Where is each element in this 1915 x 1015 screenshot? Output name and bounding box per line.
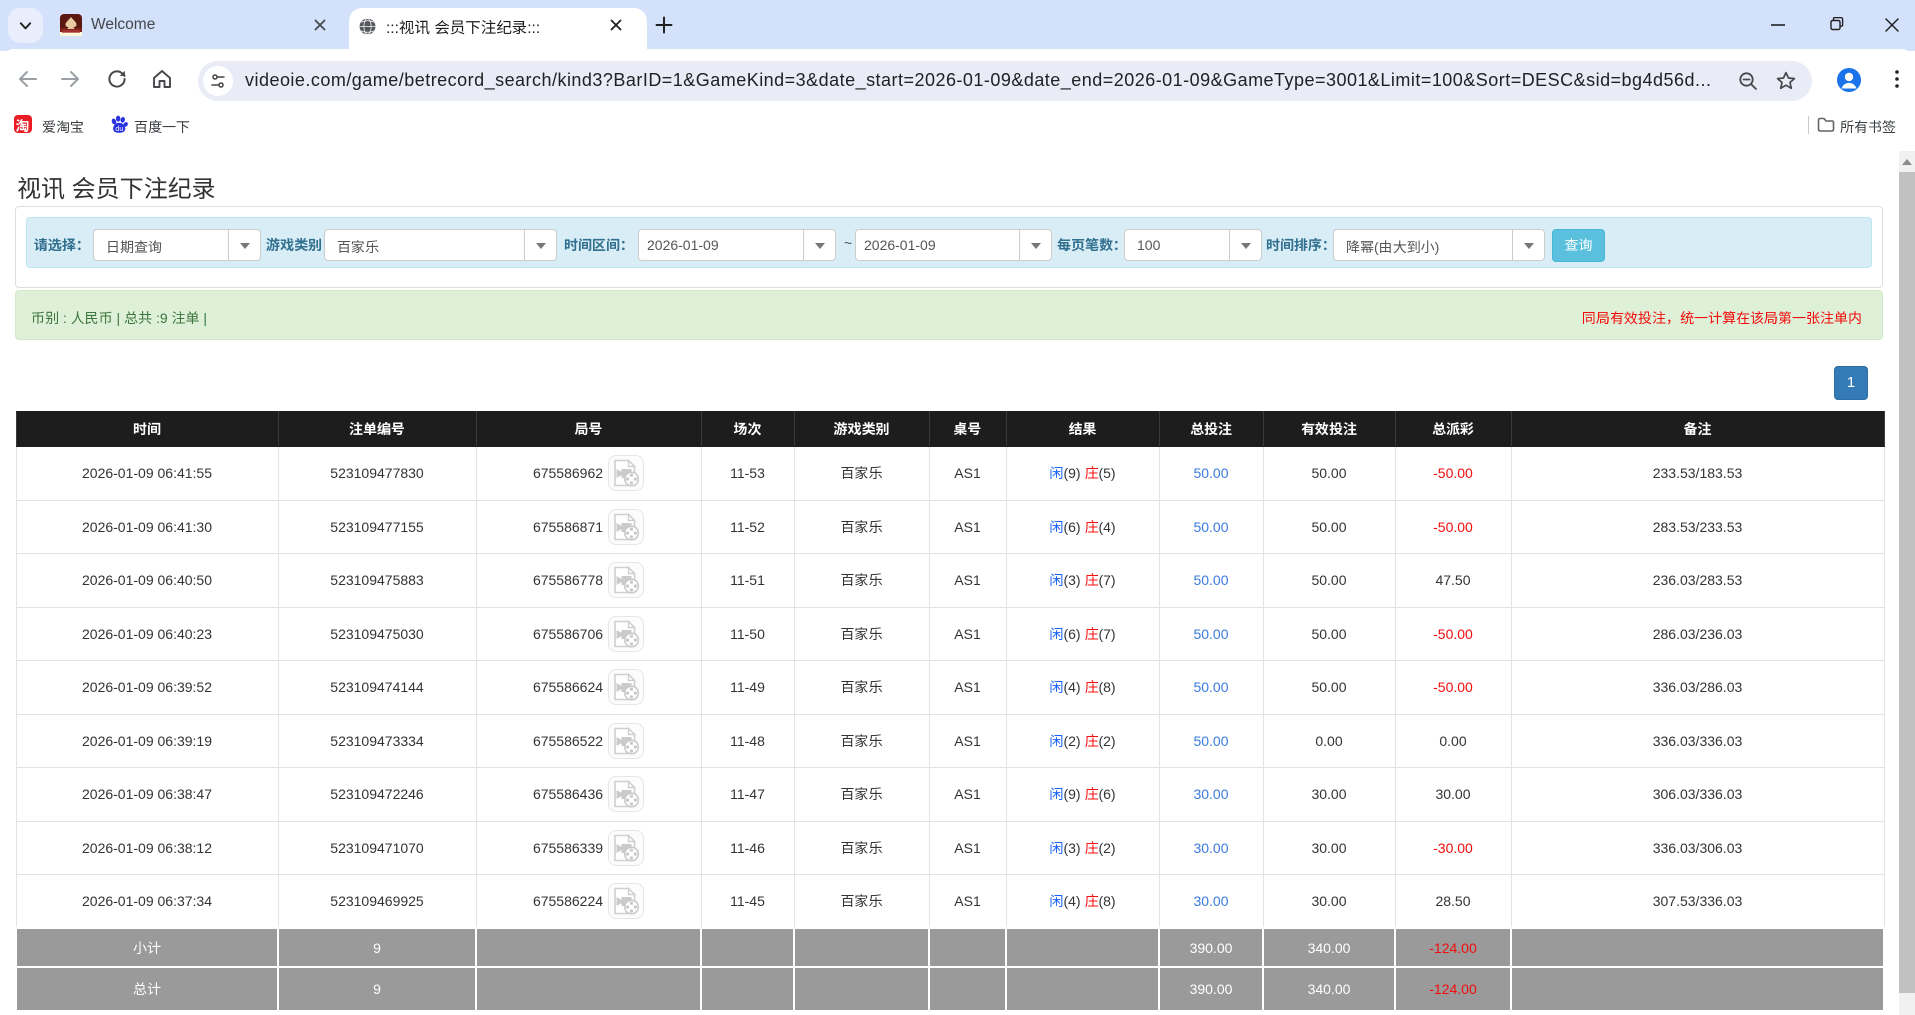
svg-text:du: du <box>115 125 123 133</box>
